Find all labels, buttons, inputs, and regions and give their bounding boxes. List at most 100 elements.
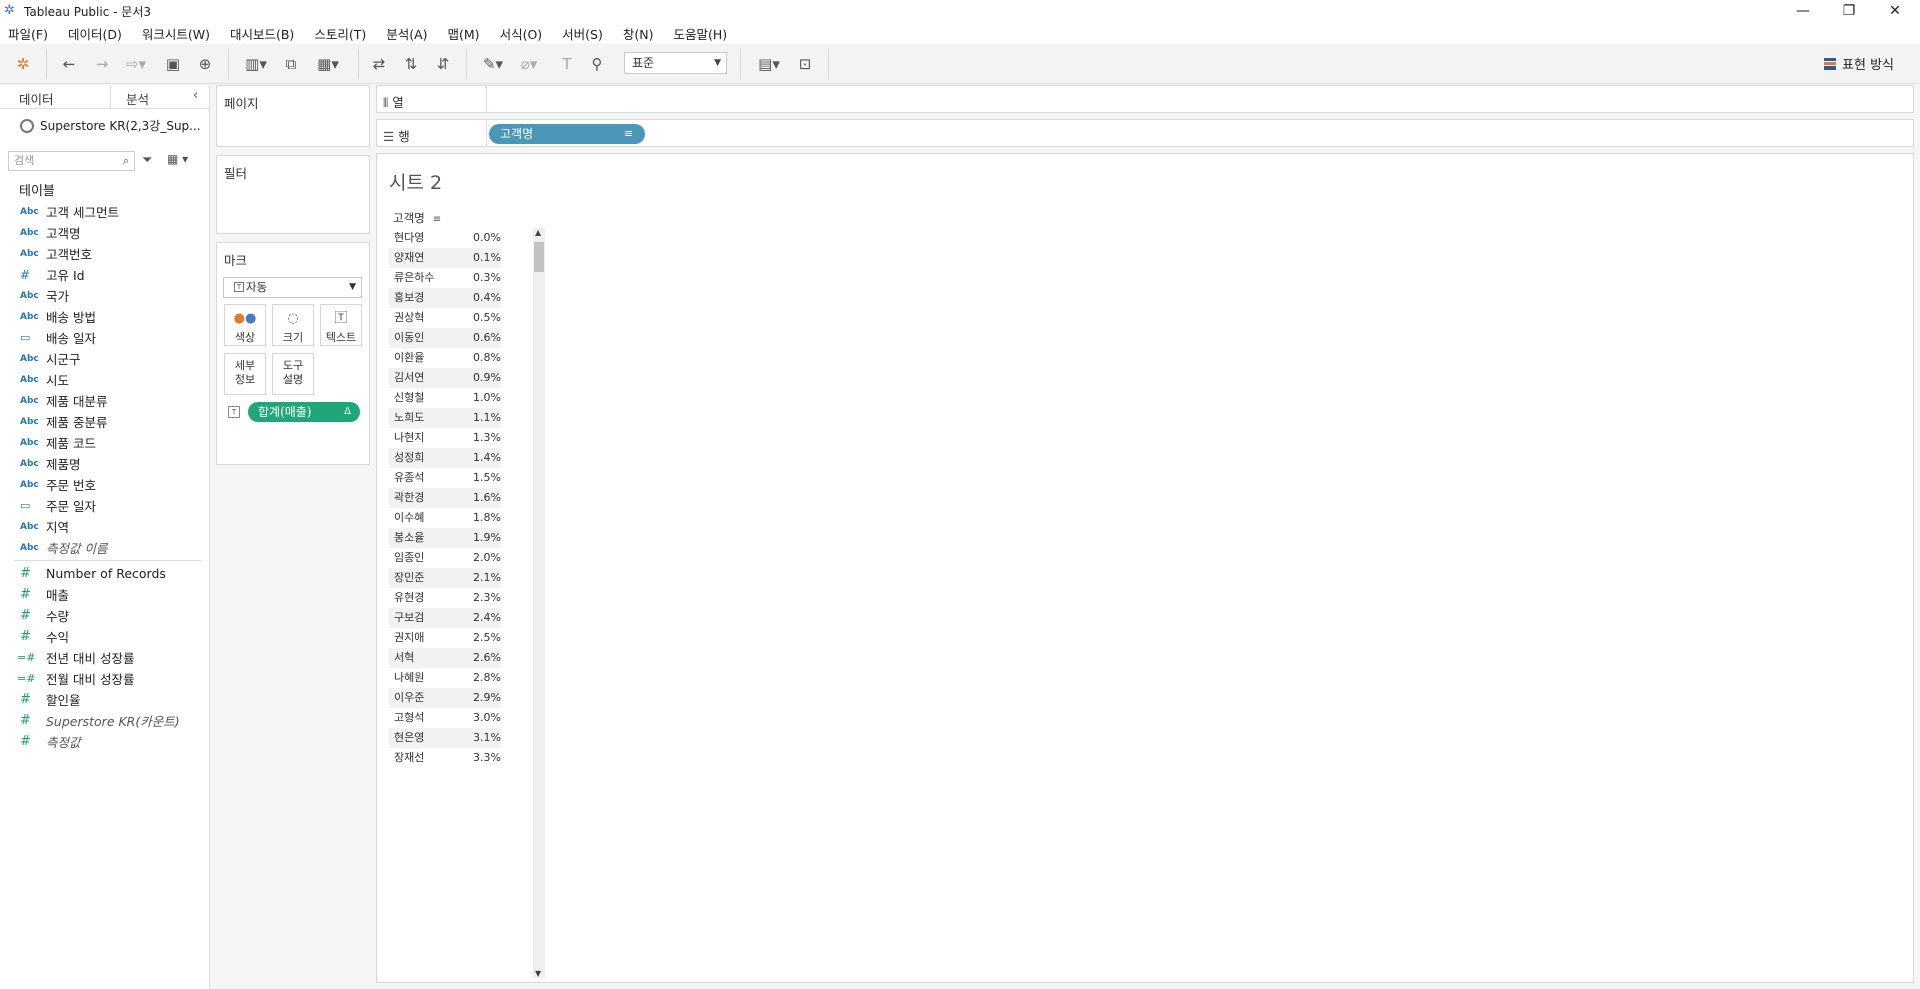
tab-analysis[interactable]: 분석 bbox=[126, 89, 149, 108]
table-row[interactable]: 현다영 0.0% bbox=[389, 228, 509, 248]
columns-shelf[interactable]: ⫴ 열 bbox=[376, 85, 1914, 113]
field-item[interactable]: ▭ 배송 일자 bbox=[0, 327, 209, 348]
sort-icon[interactable]: ≡ bbox=[433, 214, 441, 225]
scroll-thumb[interactable] bbox=[534, 242, 544, 272]
field-item[interactable]: # 수량 bbox=[0, 605, 209, 626]
menu-data[interactable]: 데이터(D) bbox=[68, 24, 122, 43]
show-me-button[interactable]: 표현 방식 bbox=[1824, 54, 1894, 73]
table-row[interactable]: 양재연 0.1% bbox=[389, 248, 509, 268]
table-row[interactable]: 나혜원 2.8% bbox=[389, 668, 509, 688]
tableau-home-icon[interactable]: ✲ bbox=[12, 54, 34, 74]
table-row[interactable]: 임종인 2.0% bbox=[389, 548, 509, 568]
field-item[interactable]: Abc 지역 bbox=[0, 516, 209, 537]
table-row[interactable]: 유종석 1.5% bbox=[389, 468, 509, 488]
datasource-item[interactable]: Superstore KR(2,3강_Sup... bbox=[20, 117, 201, 134]
redo-icon[interactable]: → bbox=[91, 54, 113, 74]
fit-select[interactable]: 표준 ▼ bbox=[624, 52, 727, 74]
table-row[interactable]: 류은하수 0.3% bbox=[389, 268, 509, 288]
customer-name-pill[interactable]: 고객명 ≡ bbox=[489, 124, 645, 144]
undo-icon[interactable]: ← bbox=[58, 54, 80, 74]
text-button[interactable]: 🅃 텍스트 bbox=[320, 304, 362, 346]
menu-help[interactable]: 도움말(H) bbox=[673, 24, 727, 43]
field-item[interactable]: # 매출 bbox=[0, 584, 209, 605]
pin-icon[interactable]: ⚲ bbox=[586, 54, 608, 74]
tooltip-button[interactable]: 도구 설명 bbox=[272, 353, 314, 395]
field-item[interactable]: # 수익 bbox=[0, 626, 209, 647]
field-item[interactable]: # 측정값 bbox=[0, 731, 209, 752]
field-item[interactable]: # Number of Records bbox=[0, 563, 209, 584]
table-row[interactable]: 이우준 2.9% bbox=[389, 688, 509, 708]
collapse-icon[interactable]: ‹ bbox=[193, 88, 198, 103]
table-row[interactable]: 신형철 1.0% bbox=[389, 388, 509, 408]
sum-sales-pill[interactable]: 합계(매출) Δ bbox=[248, 402, 360, 422]
field-item[interactable]: =# 전년 대비 성장률 bbox=[0, 647, 209, 668]
menu-worksheet[interactable]: 워크시트(W) bbox=[142, 24, 210, 43]
table-row[interactable]: 이수혜 1.8% bbox=[389, 508, 509, 528]
text-encoding-icon[interactable]: T bbox=[228, 406, 240, 418]
save-icon[interactable]: ▣ bbox=[162, 54, 184, 74]
menu-file[interactable]: 파일(F) bbox=[8, 24, 48, 43]
field-item[interactable]: =# 전월 대비 성장률 bbox=[0, 668, 209, 689]
column-header[interactable]: 고객명 ≡ bbox=[393, 210, 441, 226]
field-item[interactable]: ▭ 주문 일자 bbox=[0, 495, 209, 516]
presentation-mode-icon[interactable]: ⊡ bbox=[794, 54, 816, 74]
vertical-scrollbar[interactable]: ▲ ▼ bbox=[533, 228, 545, 978]
restore-button[interactable]: ❐ bbox=[1826, 0, 1872, 22]
label-icon[interactable]: T bbox=[556, 54, 578, 74]
table-row[interactable]: 구보검 2.4% bbox=[389, 608, 509, 628]
pages-card[interactable]: 페이지 bbox=[216, 85, 370, 147]
field-item[interactable]: Abc 시군구 bbox=[0, 348, 209, 369]
field-item[interactable]: Abc 배송 방법 bbox=[0, 306, 209, 327]
search-input[interactable]: 검색 ⌕ bbox=[8, 151, 135, 171]
field-item[interactable]: Abc 제품 코드 bbox=[0, 432, 209, 453]
size-button[interactable]: ◌ 크기 bbox=[272, 304, 314, 346]
table-row[interactable]: 성정희 1.4% bbox=[389, 448, 509, 468]
field-item[interactable]: Abc 제품 중분류 bbox=[0, 411, 209, 432]
field-item[interactable]: # 고유 Id bbox=[0, 264, 209, 285]
field-item[interactable]: Abc 고객명 bbox=[0, 222, 209, 243]
scroll-up-icon[interactable]: ▲ bbox=[535, 228, 541, 237]
menu-dashboard[interactable]: 대시보드(B) bbox=[230, 24, 294, 43]
field-item[interactable]: Abc 시도 bbox=[0, 369, 209, 390]
table-row[interactable]: 홍보경 0.4% bbox=[389, 288, 509, 308]
menu-map[interactable]: 맵(M) bbox=[448, 24, 480, 43]
field-item[interactable]: Abc 국가 bbox=[0, 285, 209, 306]
field-item[interactable]: Abc 고객 세그먼트 bbox=[0, 201, 209, 222]
table-row[interactable]: 봉소율 1.9% bbox=[389, 528, 509, 548]
table-row[interactable]: 권상혁 0.5% bbox=[389, 308, 509, 328]
menu-format[interactable]: 서식(O) bbox=[500, 24, 543, 43]
clear-sheet-icon[interactable]: ▦▾ bbox=[310, 54, 346, 74]
swap-icon[interactable]: ⇄ bbox=[368, 54, 390, 74]
menu-analysis[interactable]: 분석(A) bbox=[386, 24, 427, 43]
rows-shelf[interactable]: ☰ 행 고객명 ≡ bbox=[376, 119, 1914, 147]
field-item[interactable]: # 할인율 bbox=[0, 689, 209, 710]
color-button[interactable]: ●● 색상 bbox=[224, 304, 266, 346]
table-row[interactable]: 현은영 3.1% bbox=[389, 728, 509, 748]
sort-descending-icon[interactable]: ⇵ bbox=[432, 54, 454, 74]
table-row[interactable]: 노희도 1.1% bbox=[389, 408, 509, 428]
sheet-title[interactable]: 시트 2 bbox=[389, 168, 442, 195]
table-row[interactable]: 이동인 0.6% bbox=[389, 328, 509, 348]
table-row[interactable]: 이환율 0.8% bbox=[389, 348, 509, 368]
filter-icon[interactable]: ⏷ bbox=[142, 153, 152, 168]
show-cards-icon[interactable]: ▤▾ bbox=[752, 54, 786, 74]
field-item[interactable]: Abc 고객번호 bbox=[0, 243, 209, 264]
table-row[interactable]: 장민준 2.1% bbox=[389, 568, 509, 588]
table-row[interactable]: 김서연 0.9% bbox=[389, 368, 509, 388]
sort-ascending-icon[interactable]: ⇅ bbox=[400, 54, 422, 74]
field-item[interactable]: Abc 주문 번호 bbox=[0, 474, 209, 495]
table-row[interactable]: 곽한경 1.6% bbox=[389, 488, 509, 508]
close-button[interactable]: ✕ bbox=[1872, 0, 1918, 22]
duplicate-sheet-icon[interactable]: ⧉ bbox=[280, 54, 302, 74]
field-item[interactable]: Abc 제품 대분류 bbox=[0, 390, 209, 411]
field-item[interactable]: # Superstore KR(카운트) bbox=[0, 710, 209, 731]
menu-story[interactable]: 스토리(T) bbox=[314, 24, 366, 43]
replay-icon[interactable]: ⇨▾ bbox=[120, 54, 152, 74]
filters-card[interactable]: 필터 bbox=[216, 155, 370, 234]
scroll-down-icon[interactable]: ▼ bbox=[535, 969, 541, 978]
highlight-icon[interactable]: ✎▾ bbox=[478, 54, 508, 74]
minimize-button[interactable]: — bbox=[1780, 0, 1826, 22]
table-row[interactable]: 서혁 2.6% bbox=[389, 648, 509, 668]
mark-type-select[interactable]: T 자동 ▼ bbox=[223, 277, 362, 298]
table-row[interactable]: 나현지 1.3% bbox=[389, 428, 509, 448]
